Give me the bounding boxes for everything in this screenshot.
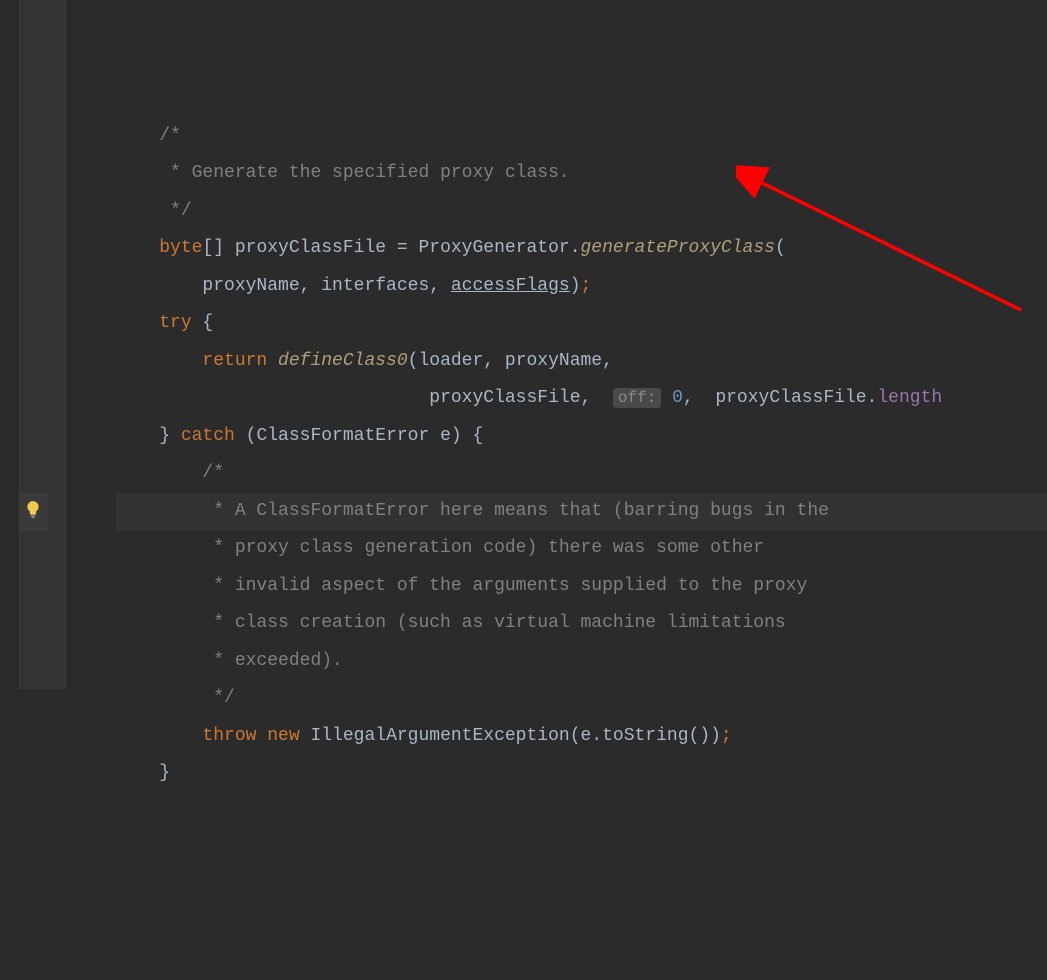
- code-comment: * invalid aspect of the arguments suppli…: [202, 576, 807, 596]
- lightbulb-icon[interactable]: [24, 500, 42, 518]
- code-keyword: byte: [159, 238, 202, 258]
- code-comment: /*: [159, 126, 181, 146]
- code-comment: */: [159, 201, 191, 221]
- code-text: (ClassFormatError e) {: [235, 426, 483, 446]
- code-content[interactable]: /* * Generate the specified proxy class.…: [116, 118, 1047, 793]
- code-keyword: throw new: [202, 726, 310, 746]
- code-brace: {: [192, 313, 214, 333]
- code-keyword: catch: [181, 426, 235, 446]
- code-number: 0: [661, 388, 683, 408]
- code-keyword: return: [202, 351, 278, 371]
- code-comment: * Generate the specified proxy class.: [159, 163, 569, 183]
- code-keyword: try: [159, 313, 191, 333]
- code-text: (loader, proxyName,: [408, 351, 613, 371]
- gutter-change-marker: [0, 0, 20, 689]
- gutter-margin: [66, 0, 116, 689]
- code-field: length: [877, 388, 942, 408]
- code-comment: * proxy class generation code) there was…: [202, 538, 764, 558]
- code-semicolon: ;: [721, 726, 732, 746]
- code-text: [] proxyClassFile = ProxyGenerator.: [202, 238, 580, 258]
- code-paren: ): [570, 276, 581, 296]
- code-comment: /*: [202, 463, 224, 483]
- code-editor[interactable]: /* * Generate the specified proxy class.…: [0, 0, 1047, 689]
- code-text: , proxyClassFile.: [683, 388, 877, 408]
- code-paren: (: [775, 238, 786, 258]
- code-text: IllegalArgumentException(e.toString()): [310, 726, 720, 746]
- code-brace: }: [159, 763, 170, 783]
- gutter-icons: [20, 0, 48, 689]
- code-brace: }: [159, 426, 181, 446]
- code-semicolon: ;: [581, 276, 592, 296]
- code-comment: * A ClassFormatError here means that (ba…: [202, 501, 829, 521]
- code-comment: */: [202, 688, 234, 708]
- code-identifier: accessFlags: [451, 276, 570, 296]
- code-comment: * exceeded).: [202, 651, 342, 671]
- inlay-hint: off:: [613, 388, 661, 408]
- code-text-area[interactable]: /* * Generate the specified proxy class.…: [116, 0, 1047, 689]
- code-comment: * class creation (such as virtual machin…: [202, 613, 785, 633]
- gutter-folding[interactable]: [48, 0, 66, 689]
- code-text: proxyClassFile,: [429, 388, 602, 408]
- code-method: generateProxyClass: [581, 238, 775, 258]
- code-method: defineClass0: [278, 351, 408, 371]
- code-text: proxyName, interfaces,: [202, 276, 450, 296]
